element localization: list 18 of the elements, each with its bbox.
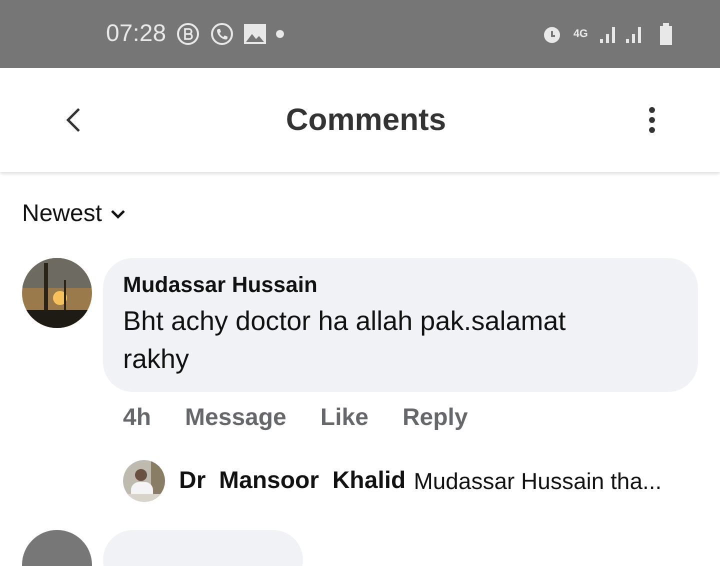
reply-preview-text: Mudassar Hussain tha... (414, 468, 662, 494)
page-title: Comments (284, 102, 448, 138)
image-icon (244, 24, 266, 44)
comment-action-link[interactable]: Message (185, 404, 286, 432)
chevron-down-icon (110, 209, 126, 219)
phone-bubble-icon (210, 22, 234, 46)
comment-action-link[interactable]: Reply (402, 404, 468, 432)
comment-text: Bht achy doctor ha allah pak.salamat rakhy (123, 305, 567, 376)
battery-icon (660, 23, 672, 45)
comment-author: Mudassar Hussain (123, 272, 318, 298)
reply-author[interactable]: Dr Mansoor Khalid (179, 467, 406, 495)
more-vertical-icon (648, 106, 656, 134)
dot-icon (276, 30, 284, 38)
comment-time: 4h (123, 404, 152, 432)
comment-action-link[interactable]: Like (320, 404, 368, 432)
status-time: 07:28 (106, 20, 166, 48)
network-type: 4G (573, 28, 588, 40)
sort-dropdown[interactable]: Newest (22, 200, 126, 228)
